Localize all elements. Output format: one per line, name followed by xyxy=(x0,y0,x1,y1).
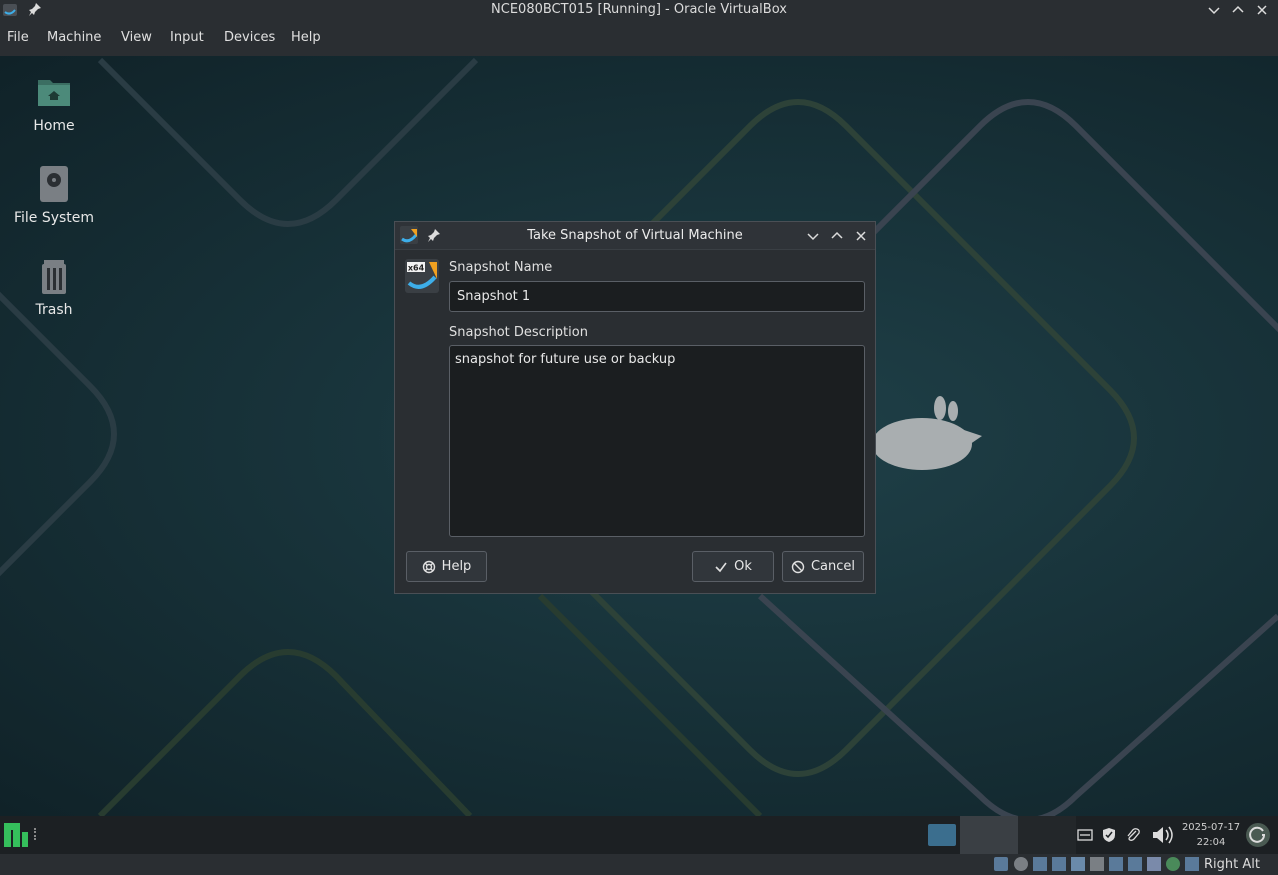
manjaro-menu-icon[interactable] xyxy=(3,822,29,848)
dialog-title: Take Snapshot of Virtual Machine xyxy=(527,228,743,243)
checkmark-icon xyxy=(715,562,727,572)
workspace-2[interactable] xyxy=(1018,816,1076,854)
display-icon[interactable] xyxy=(1109,857,1123,871)
host-titlebar: NCE080BCT015 [Running] - Oracle VirtualB… xyxy=(0,0,1278,20)
desktop-icon-label: Home xyxy=(33,118,75,134)
cancel-button[interactable]: Cancel xyxy=(782,551,864,582)
close-icon[interactable] xyxy=(853,228,869,244)
trash-icon xyxy=(42,260,66,294)
dialog-titlebar: Take Snapshot of Virtual Machine xyxy=(395,222,875,250)
cpu-icon[interactable] xyxy=(1147,857,1161,871)
minimize-icon[interactable] xyxy=(1206,2,1222,18)
vm-x64-icon: x64 xyxy=(405,259,439,293)
take-snapshot-dialog: Take Snapshot of Virtual Machine x64 Sna… xyxy=(394,221,876,594)
desktop-icon-label: File System xyxy=(13,210,95,226)
clock-time: 22:04 xyxy=(1196,837,1226,848)
maximize-icon[interactable] xyxy=(1230,2,1246,18)
host-key-label: Right Alt xyxy=(1204,857,1260,872)
volume-icon[interactable] xyxy=(1151,825,1175,845)
snapshot-description-textarea[interactable]: snapshot for future use or backup xyxy=(449,345,865,537)
help-button[interactable]: Help xyxy=(406,551,487,582)
power-icon[interactable] xyxy=(1245,822,1271,848)
guest-taskbar: 2025-07-17 22:04 xyxy=(0,816,1278,854)
snapshot-name-input[interactable]: Snapshot 1 xyxy=(449,281,865,312)
snapshot-name-label: Snapshot Name xyxy=(449,260,553,275)
taskbar-clock[interactable]: 2025-07-17 22:04 xyxy=(1181,820,1241,850)
snapshot-description-label: Snapshot Description xyxy=(449,325,588,340)
cancel-icon xyxy=(791,560,805,573)
guest-additions-icon[interactable] xyxy=(1166,857,1180,871)
help-lifebuoy-icon xyxy=(422,560,435,573)
home-folder-icon xyxy=(38,80,70,106)
x64-badge: x64 xyxy=(408,264,425,273)
recording-icon[interactable] xyxy=(1128,857,1142,871)
window-title: NCE080BCT015 [Running] - Oracle VirtualB… xyxy=(491,2,787,17)
panel-separator xyxy=(34,828,37,840)
drive-icon xyxy=(40,166,68,202)
mouse-integration-icon[interactable] xyxy=(1185,857,1199,871)
clipboard-tray-icon[interactable] xyxy=(1077,827,1093,843)
menu-file[interactable]: File xyxy=(7,30,29,45)
menu-view[interactable]: View xyxy=(121,30,152,45)
ok-button-label: Ok xyxy=(734,559,752,574)
usb-icon[interactable] xyxy=(1071,857,1085,871)
audio-icon[interactable] xyxy=(1033,857,1047,871)
desktop-icon-label: Trash xyxy=(35,302,73,318)
close-icon[interactable] xyxy=(1254,2,1270,18)
network-icon[interactable] xyxy=(1052,857,1066,871)
desktop-icon-filesystem[interactable]: File System xyxy=(9,164,99,226)
menu-help[interactable]: Help xyxy=(291,30,321,45)
window-button-icon[interactable] xyxy=(928,824,956,846)
desktop-icon-trash[interactable]: Trash xyxy=(9,256,99,318)
cancel-button-label: Cancel xyxy=(810,559,856,574)
menu-machine[interactable]: Machine xyxy=(47,30,101,45)
ok-button[interactable]: Ok xyxy=(692,551,774,582)
menu-input[interactable]: Input xyxy=(170,30,204,45)
clock-date: 2025-07-17 xyxy=(1181,822,1241,833)
menubar: File Machine View Input Devices Help xyxy=(0,20,1278,56)
host-statusbar: Right Alt xyxy=(0,854,1278,875)
optical-drive-icon[interactable] xyxy=(1014,857,1028,871)
hard-disk-icon[interactable] xyxy=(994,857,1008,871)
help-button-label: Help xyxy=(441,559,472,574)
paperclip-icon[interactable] xyxy=(1125,827,1141,843)
desktop-icon-home[interactable]: Home xyxy=(9,72,99,134)
shield-icon[interactable] xyxy=(1101,827,1117,843)
maximize-icon[interactable] xyxy=(829,228,845,244)
shared-folders-icon[interactable] xyxy=(1090,857,1104,871)
workspace-1[interactable] xyxy=(960,816,1018,854)
menu-devices[interactable]: Devices xyxy=(224,30,275,45)
minimize-icon[interactable] xyxy=(805,228,821,244)
mouse-mascot xyxy=(872,396,982,470)
